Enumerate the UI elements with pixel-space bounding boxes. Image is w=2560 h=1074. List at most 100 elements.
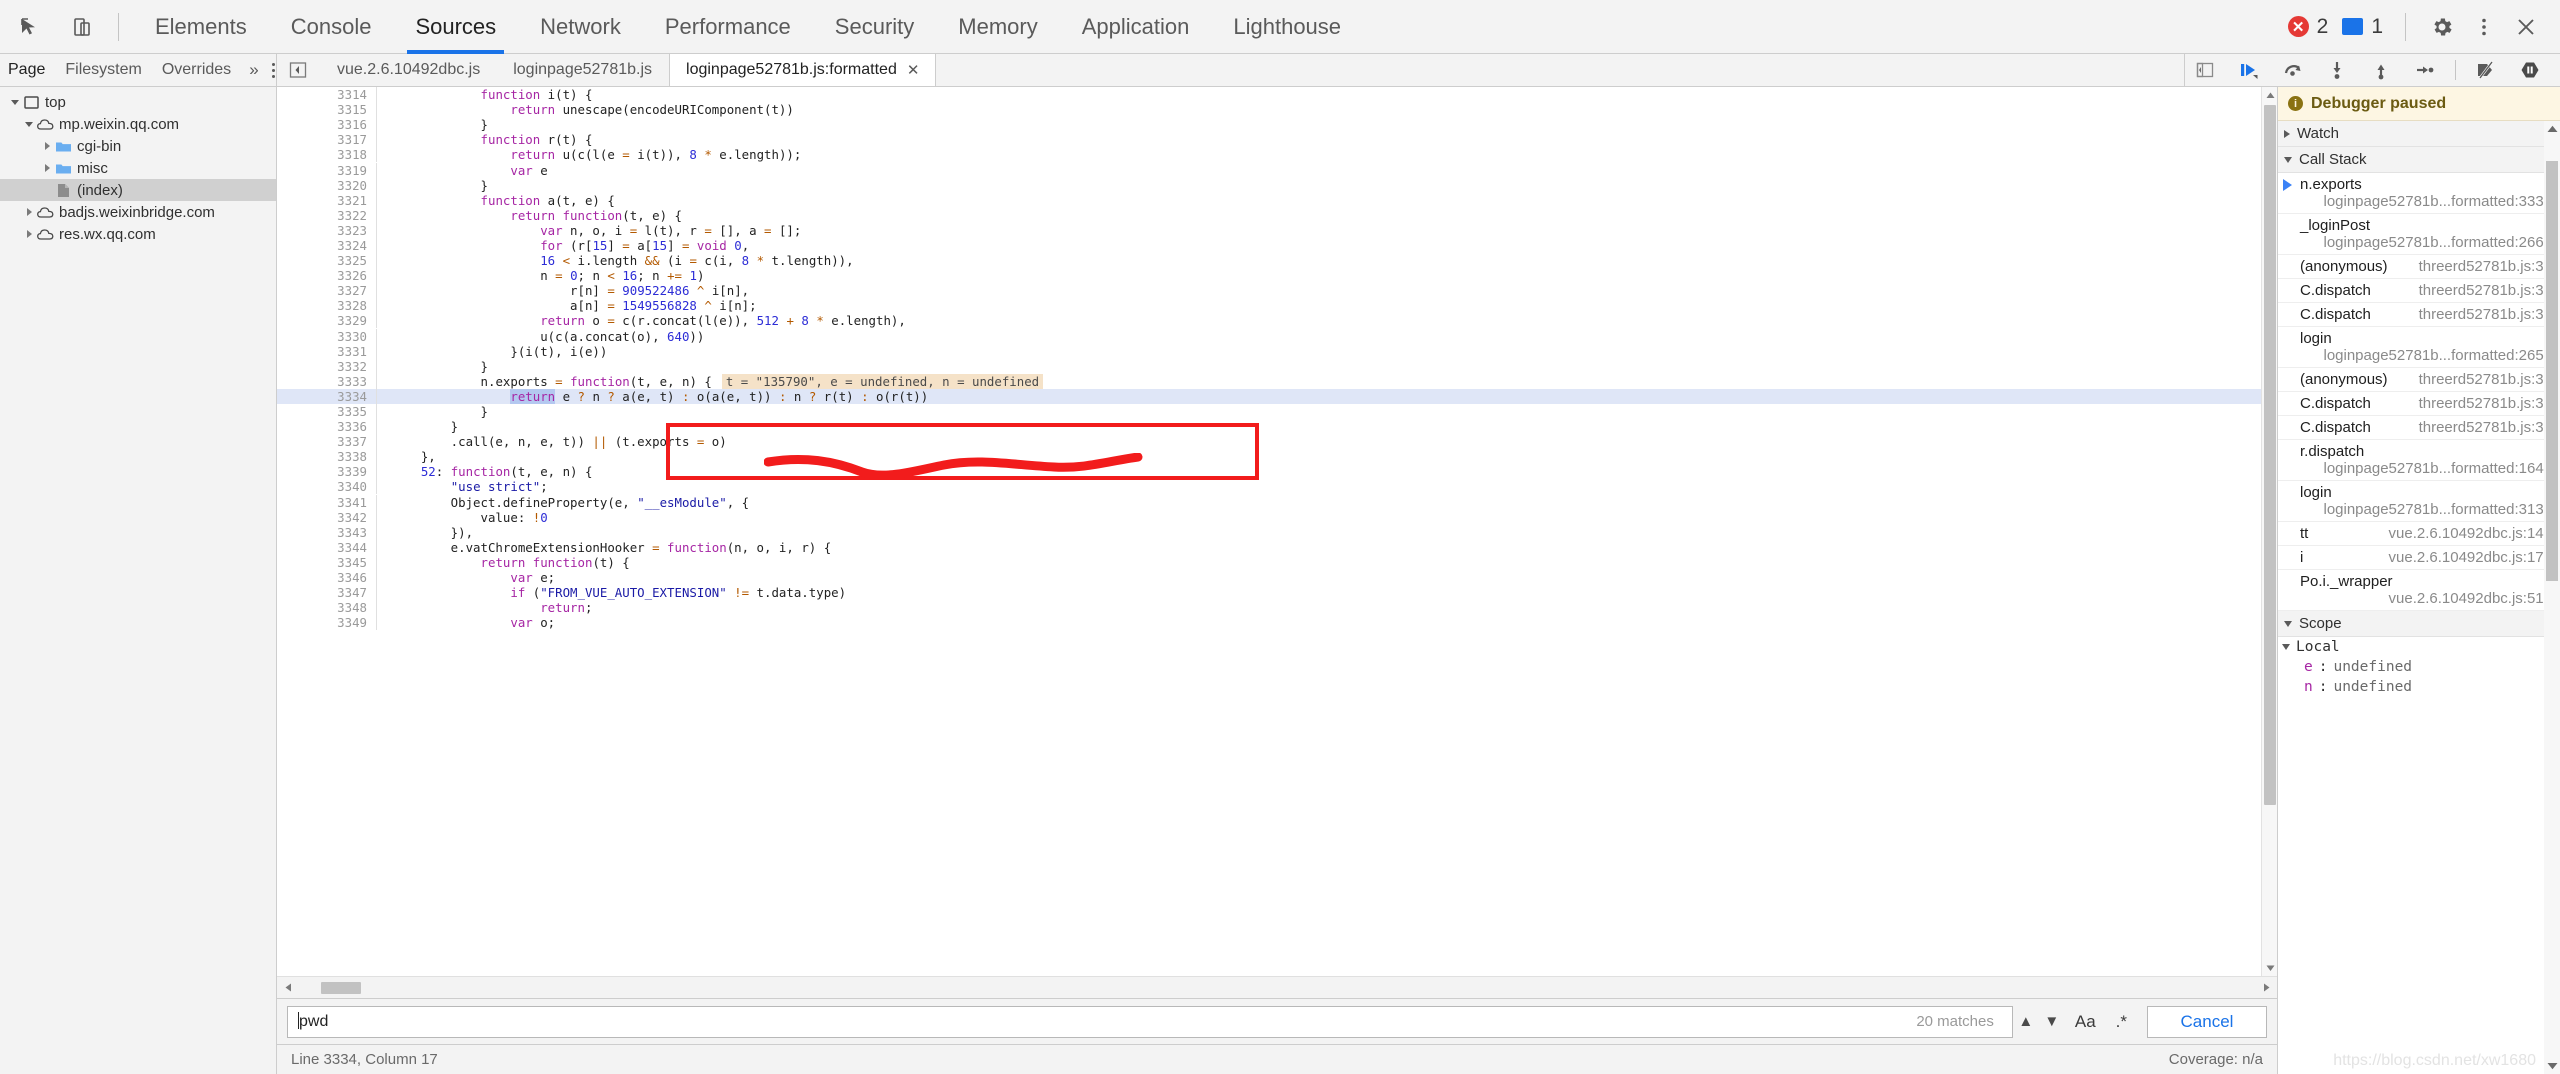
nav-tab-overrides[interactable]: Overrides (152, 61, 241, 79)
tree-item-index[interactable]: (index) (0, 179, 276, 201)
code-line-3320[interactable]: 3320 } (277, 177, 2277, 193)
h-scroll-thumb[interactable] (321, 981, 361, 994)
tab-memory[interactable]: Memory (936, 0, 1059, 54)
editor-scroll-thumb[interactable] (2264, 105, 2276, 805)
message-count-badge[interactable]: 1 (2336, 15, 2389, 39)
code-line-3329[interactable]: 3329 return o = c(r.concat(l(e)), 512 + … (277, 313, 2277, 329)
close-icon[interactable] (2506, 7, 2546, 47)
call-stack-item[interactable]: (anonymous) threerd52781b.js:39 (2278, 255, 2560, 279)
code-line-3340[interactable]: 3340 "use strict"; (277, 479, 2277, 495)
line-number-3342[interactable]: 3342 (325, 509, 377, 525)
line-number-3328[interactable]: 3328 (325, 298, 377, 314)
tree-item-top[interactable]: top (0, 91, 276, 113)
call-stack-item[interactable]: C.dispatch threerd52781b.js:39 (2278, 279, 2560, 303)
code-line-3325[interactable]: 3325 16 < i.length && (i = c(i, 8 * t.le… (277, 253, 2277, 269)
editor-tab-loginpage-formatted[interactable]: loginpage52781b.js:formatted ✕ (669, 54, 937, 86)
code-viewport[interactable]: 3314 function i(t) {3315 return unescape… (277, 87, 2277, 976)
code-line-3346[interactable]: 3346 var e; (277, 570, 2277, 586)
line-number-3321[interactable]: 3321 (325, 192, 377, 208)
line-number-3315[interactable]: 3315 (325, 102, 377, 118)
search-input[interactable]: pwd 20 matches (287, 1005, 2013, 1038)
section-header-watch[interactable]: Watch (2278, 121, 2560, 147)
line-number-3336[interactable]: 3336 (325, 419, 377, 435)
line-number-3324[interactable]: 3324 (325, 237, 377, 253)
line-number-3317[interactable]: 3317 (325, 132, 377, 148)
editor-vertical-scrollbar[interactable] (2261, 87, 2277, 976)
tree-item-badjs[interactable]: badjs.weixinbridge.com (0, 201, 276, 223)
tab-security[interactable]: Security (813, 0, 936, 54)
call-stack-item[interactable]: login loginpage52781b...formatted:2654 (2278, 327, 2560, 368)
more-tabs-chevron-icon[interactable]: » (241, 60, 266, 80)
line-number-3339[interactable]: 3339 (325, 464, 377, 480)
code-line-3316[interactable]: 3316 } (277, 117, 2277, 133)
code-line-3330[interactable]: 3330 u(c(a.concat(o), 640)) (277, 328, 2277, 344)
line-number-3331[interactable]: 3331 (325, 343, 377, 359)
code-line-3332[interactable]: 3332 } (277, 358, 2277, 374)
twisty-right-icon[interactable] (22, 229, 36, 239)
show-debugger-sidebar-icon[interactable] (2185, 54, 2225, 86)
pause-on-exceptions-button[interactable] (2510, 54, 2550, 86)
scope-variable-n[interactable]: n: undefined (2278, 677, 2560, 697)
line-number-3345[interactable]: 3345 (325, 554, 377, 570)
call-stack-item[interactable]: i vue.2.6.10492dbc.js:172 (2278, 546, 2560, 570)
device-toolbar-icon[interactable] (60, 5, 104, 49)
line-number-3322[interactable]: 3322 (325, 207, 377, 223)
editor-tab-vue[interactable]: vue.2.6.10492dbc.js (321, 54, 497, 86)
code-line-3318[interactable]: 3318 return u(c(l(e = i(t)), 8 * e.lengt… (277, 147, 2277, 163)
twisty-down-icon[interactable] (22, 119, 36, 129)
collapse-sidebar-icon[interactable] (283, 55, 313, 85)
gear-icon[interactable] (2422, 7, 2462, 47)
line-number-3314[interactable]: 3314 (325, 87, 377, 103)
scroll-down-arrow-icon[interactable] (2262, 960, 2277, 976)
sidebar-scroll-thumb[interactable] (2546, 161, 2558, 581)
tree-item-mp-weixin[interactable]: mp.weixin.qq.com (0, 113, 276, 135)
code-line-3317[interactable]: 3317 function r(t) { (277, 132, 2277, 148)
line-number-3338[interactable]: 3338 (325, 449, 377, 465)
regex-button[interactable]: .* (2106, 1006, 2137, 1038)
line-number-3326[interactable]: 3326 (325, 268, 377, 284)
code-line-3343[interactable]: 3343 }), (277, 524, 2277, 540)
step-into-next-function-call-button[interactable] (2317, 54, 2357, 86)
tab-network[interactable]: Network (518, 0, 643, 54)
scope-local-header[interactable]: Local (2278, 637, 2560, 657)
line-number-3341[interactable]: 3341 (325, 494, 377, 510)
tab-elements[interactable]: Elements (133, 0, 269, 54)
cancel-search-button[interactable]: Cancel (2147, 1005, 2267, 1038)
tab-console[interactable]: Console (269, 0, 394, 54)
call-stack-item[interactable]: C.dispatch threerd52781b.js:39 (2278, 392, 2560, 416)
twisty-right-icon[interactable] (40, 163, 54, 173)
match-case-button[interactable]: Aa (2065, 1006, 2106, 1038)
code-line-3336[interactable]: 3336 } (277, 419, 2277, 435)
deactivate-breakpoints-button[interactable] (2466, 54, 2506, 86)
call-stack-item[interactable]: C.dispatch threerd52781b.js:39 (2278, 416, 2560, 440)
scroll-right-arrow-icon[interactable] (2255, 977, 2277, 999)
line-number-3337[interactable]: 3337 (325, 434, 377, 450)
tab-lighthouse[interactable]: Lighthouse (1211, 0, 1363, 54)
code-line-3339[interactable]: 3339 52: function(t, e, n) { (277, 464, 2277, 480)
code-line-3344[interactable]: 3344 e.vatChromeExtensionHooker = functi… (277, 539, 2277, 555)
line-number-3325[interactable]: 3325 (325, 253, 377, 269)
navigator-more-options-icon[interactable] (271, 62, 276, 78)
call-stack-item[interactable]: C.dispatch threerd52781b.js:39 (2278, 303, 2560, 327)
code-line-3348[interactable]: 3348 return; (277, 600, 2277, 616)
scope-variable-e[interactable]: e: undefined (2278, 657, 2560, 677)
line-number-3349[interactable]: 3349 (325, 615, 377, 631)
code-line-3349[interactable]: 3349 var o; (277, 615, 2277, 631)
line-number-3323[interactable]: 3323 (325, 222, 377, 238)
twisty-down-icon[interactable] (8, 97, 22, 107)
call-stack-item[interactable]: (anonymous) threerd52781b.js:39 (2278, 368, 2560, 392)
line-number-3332[interactable]: 3332 (325, 358, 377, 374)
error-count-badge[interactable]: ✕ 2 (2282, 15, 2335, 39)
h-scroll-track[interactable] (299, 977, 2255, 999)
code-line-3326[interactable]: 3326 n = 0; n < 16; n += 1) (277, 268, 2277, 284)
call-stack-item[interactable]: r.dispatch loginpage52781b...formatted:16… (2278, 440, 2560, 481)
resume-script-execution-button[interactable] (2229, 54, 2269, 86)
line-number-3316[interactable]: 3316 (325, 117, 377, 133)
line-number-3334[interactable]: 3334 (325, 388, 377, 404)
tree-item-misc[interactable]: misc (0, 157, 276, 179)
section-header-scope[interactable]: Scope (2278, 611, 2560, 637)
tab-sources[interactable]: Sources (393, 0, 518, 54)
line-number-3347[interactable]: 3347 (325, 585, 377, 601)
code-line-3327[interactable]: 3327 r[n] = 909522486 ^ i[n], (277, 283, 2277, 299)
line-number-3330[interactable]: 3330 (325, 328, 377, 344)
